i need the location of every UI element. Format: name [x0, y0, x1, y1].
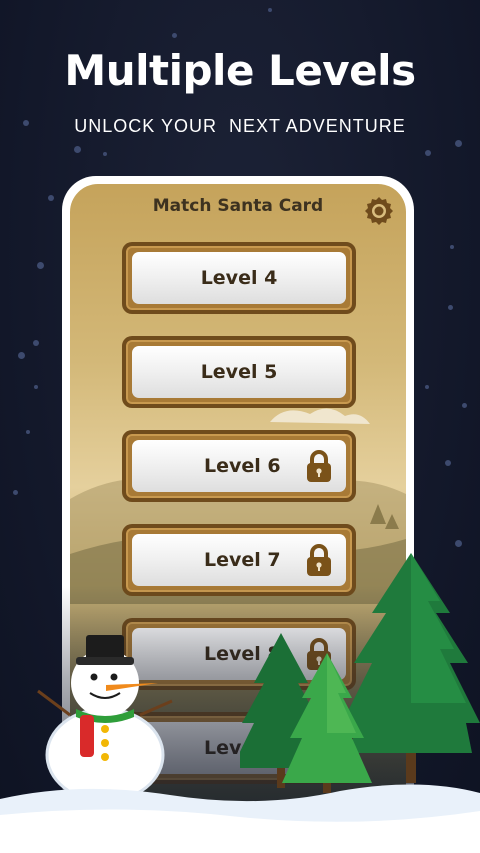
snow-ground: [0, 784, 480, 853]
snow-dot: [425, 385, 429, 389]
snow-dot: [34, 385, 38, 389]
snow-dot: [268, 8, 272, 12]
christmas-trees: [240, 553, 480, 793]
gear-icon[interactable]: [362, 194, 396, 228]
promo-background: Multiple Levels UNLOCK YOUR NEXT ADVENTU…: [0, 0, 480, 853]
level-label: Level 5: [200, 361, 278, 383]
snow-dot: [172, 33, 177, 38]
snow-dot: [26, 430, 30, 434]
level-button[interactable]: Level 4: [122, 242, 356, 314]
snow-dot: [445, 460, 451, 466]
snow-dot: [18, 352, 25, 359]
level-button-face: Level 6: [132, 440, 346, 492]
snow-dot: [74, 146, 81, 153]
app-title: Match Santa Card: [152, 196, 324, 216]
snow-dot: [37, 262, 44, 269]
snow-dot: [462, 403, 467, 408]
level-button-face: Level 4: [132, 252, 346, 304]
snow-dot: [455, 140, 462, 147]
level-button[interactable]: Level 5: [122, 336, 356, 408]
level-label: Level 4: [200, 267, 278, 289]
snow-dot: [425, 150, 431, 156]
snow-dot: [13, 490, 18, 495]
snow-dot: [455, 540, 462, 547]
level-button[interactable]: Level 6: [122, 430, 356, 502]
level-button-face: Level 5: [132, 346, 346, 398]
snow-dot: [103, 152, 107, 156]
snow-dot: [48, 195, 54, 201]
headline: Multiple Levels: [64, 46, 416, 95]
snow-dot: [448, 305, 453, 310]
lock-icon: [307, 450, 331, 482]
tagline: UNLOCK YOUR NEXT ADVENTURE: [74, 116, 406, 136]
snow-dot: [33, 340, 39, 346]
snow-dot: [450, 245, 454, 249]
